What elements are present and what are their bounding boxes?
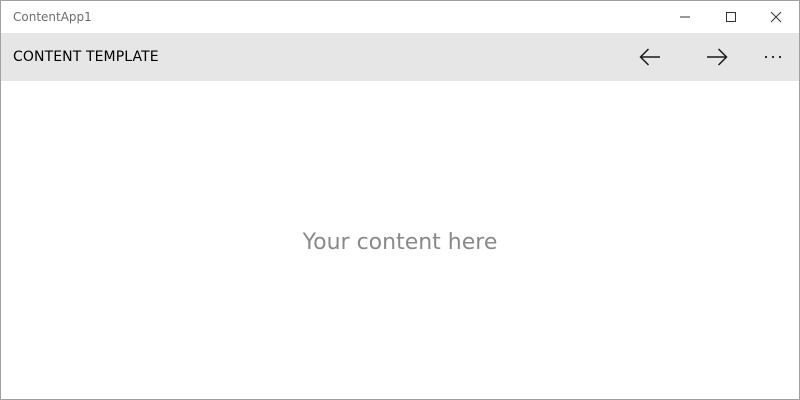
forward-button[interactable] (689, 33, 745, 81)
window-title: ContentApp1 (13, 10, 92, 24)
close-button[interactable] (753, 1, 799, 33)
page-title: CONTENT TEMPLATE (13, 49, 159, 65)
maximize-icon (726, 12, 736, 22)
arrow-right-icon (707, 48, 728, 66)
arrow-left-icon (639, 48, 660, 66)
content-area: Your content here (1, 81, 799, 399)
command-bar: CONTENT TEMPLATE (1, 33, 799, 81)
back-button[interactable] (622, 33, 678, 81)
close-icon (770, 11, 782, 23)
app-window: ContentApp1 CONTENT TEMPLATE Your conten… (0, 0, 800, 400)
minimize-button[interactable] (662, 1, 708, 33)
minimize-icon (680, 16, 690, 18)
more-options-button[interactable] (747, 33, 799, 81)
ellipsis-icon (764, 55, 782, 59)
title-bar: ContentApp1 (1, 1, 799, 33)
content-placeholder: Your content here (302, 230, 498, 255)
maximize-button[interactable] (708, 1, 754, 33)
